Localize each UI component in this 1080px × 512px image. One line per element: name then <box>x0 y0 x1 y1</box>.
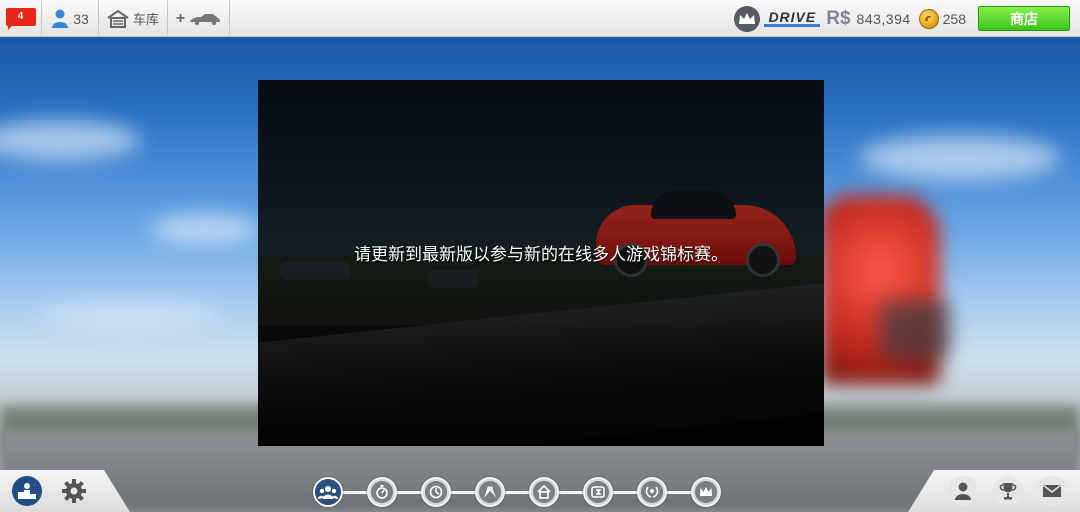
mode-crown-node[interactable] <box>691 477 721 507</box>
settings-button[interactable] <box>59 476 89 506</box>
trophy-icon <box>999 483 1017 500</box>
top-bar: 4 33 车库 + DRIVE R$ 843,394 258 商店 <box>0 0 1080 37</box>
home-icon <box>537 485 551 499</box>
gold-balance: 258 <box>942 10 966 27</box>
crown-badge-icon[interactable] <box>734 5 761 32</box>
mode-r3-node[interactable] <box>583 477 613 507</box>
mode-timer-node[interactable] <box>421 477 451 507</box>
group-icon <box>318 486 338 499</box>
update-required-dialog: 请更新到最新版以参与新的在线多人游戏锦标赛。 <box>258 80 824 446</box>
garage-button[interactable]: 车库 <box>99 0 168 37</box>
car-silhouette-icon <box>190 13 221 25</box>
stopwatch-icon <box>376 485 388 499</box>
laurel-wreath-icon <box>645 486 659 498</box>
podium-icon <box>18 483 36 499</box>
garage-label: 车库 <box>132 12 159 27</box>
drive-logo: DRIVE <box>764 10 821 27</box>
mode-navigation <box>313 477 723 507</box>
rs-balance: 843,394 <box>856 10 911 27</box>
notification-flag-icon: 4 <box>5 7 36 30</box>
plus-icon: + <box>175 9 186 27</box>
drive-label: DRIVE <box>764 10 821 27</box>
checkered-flags-icon <box>484 486 496 498</box>
mode-home-node[interactable] <box>529 477 559 507</box>
mode-laurel-node[interactable] <box>637 477 667 507</box>
mode-flags-node[interactable] <box>475 477 505 507</box>
r3-badge-icon <box>591 486 605 498</box>
gold-coin-icon <box>918 8 939 29</box>
update-message: 请更新到最新版以参与新的在线多人游戏锦标赛。 <box>354 245 728 265</box>
gear-icon <box>62 479 86 503</box>
notifications-button[interactable]: 4 <box>0 0 42 37</box>
mode-stopwatch-node[interactable] <box>367 477 397 507</box>
currency-display: DRIVE R$ 843,394 258 商店 <box>734 0 1080 37</box>
shop-button[interactable]: 商店 <box>978 6 1070 31</box>
add-car-button[interactable]: + <box>168 0 230 37</box>
person-icon <box>52 9 69 28</box>
mode-group-node[interactable] <box>313 477 343 507</box>
mail-icon <box>1042 484 1062 497</box>
profile-icon <box>955 482 971 500</box>
garage-icon <box>107 9 129 28</box>
crown-icon <box>700 487 712 496</box>
mail-button[interactable] <box>1037 476 1067 506</box>
timer-icon <box>429 485 443 499</box>
profile-button[interactable] <box>948 476 978 506</box>
friends-button[interactable]: 33 <box>42 0 99 37</box>
bottom-right-bar <box>908 470 1080 512</box>
podium-button[interactable] <box>12 476 42 506</box>
friends-count: 33 <box>73 10 89 27</box>
trophy-button[interactable] <box>993 476 1023 506</box>
rs-currency-label: R$ <box>826 7 851 29</box>
